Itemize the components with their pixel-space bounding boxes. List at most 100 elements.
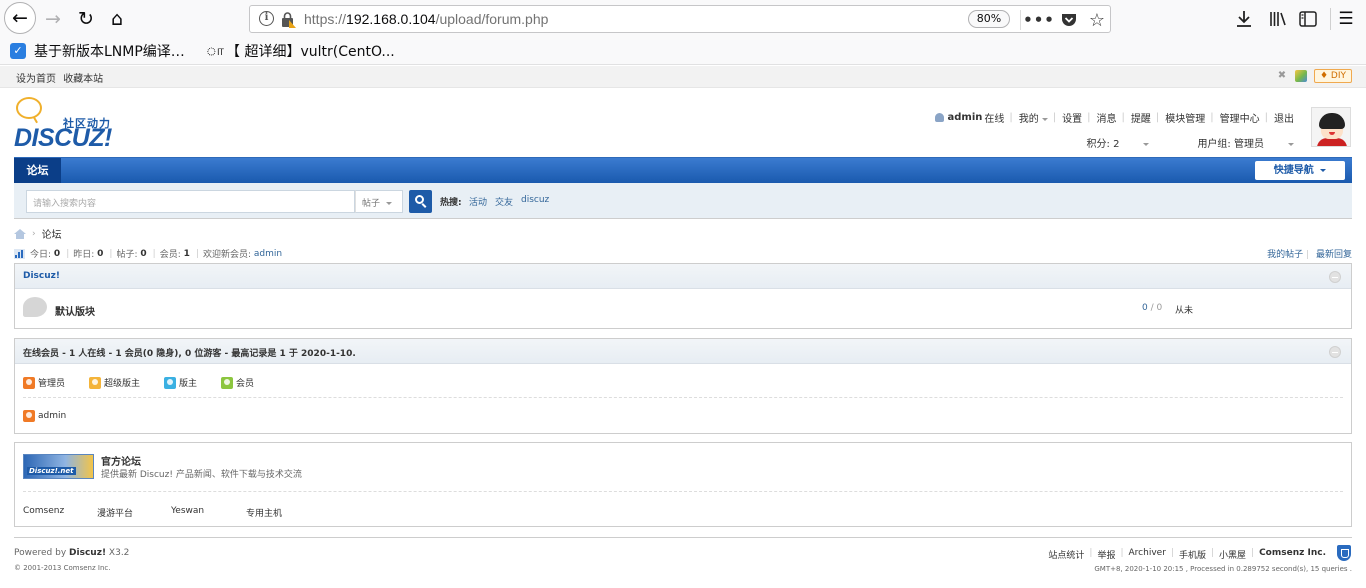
sidebar-icon[interactable] [1294, 5, 1322, 33]
separator: | [1089, 548, 1093, 558]
search-input[interactable]: 请输入搜索内容 [26, 190, 355, 213]
set-homepage-link[interactable]: 设为首页 [16, 74, 56, 85]
my-menu[interactable]: 我的 [1019, 110, 1048, 125]
url-bar[interactable]: i https://192.168.0.104/upload/forum.php… [249, 5, 1111, 33]
my-posts-link[interactable]: 我的帖子 [1267, 250, 1303, 260]
points-menu[interactable]: 积分: 2 [1063, 135, 1150, 150]
online-title[interactable]: 在线会员 - 1 人在线 - 1 会员(0 隐身), 0 位游客 - 最高记录是… [23, 346, 356, 359]
forward-arrow-icon[interactable]: → [38, 4, 68, 34]
divider [23, 397, 1343, 398]
user-info: 积分: 2 用户组: 管理员 [935, 135, 1294, 150]
usergroup-menu[interactable]: 用户组: 管理员 [1173, 135, 1294, 150]
report-link[interactable]: 举报 [1097, 548, 1115, 561]
thread-count: 0 [1142, 303, 1148, 313]
friend-link[interactable]: Comsenz [23, 506, 64, 516]
breadcrumb-current[interactable]: 论坛 [42, 226, 62, 241]
last-post: 从未 [1175, 306, 1194, 316]
discuz-net-banner[interactable]: Discuz!.net [23, 454, 94, 479]
home-icon[interactable] [14, 228, 26, 239]
post-count: 0 [1156, 303, 1163, 313]
yesterday-count: 0 [97, 248, 104, 259]
avatar-body [1317, 138, 1347, 146]
blacklist-link[interactable]: 小黑屋 [1219, 548, 1246, 561]
bookmark-item[interactable]: ா 【 超详细】vultr(CentO... [206, 41, 395, 61]
bookmark-item[interactable]: ✓ 基于新版本LNMP编译… [10, 41, 185, 61]
module-manage-link[interactable]: 模块管理 [1165, 110, 1205, 125]
settings-link[interactable]: 设置 [1062, 110, 1082, 125]
search-type-select[interactable]: 帖子 [355, 190, 403, 213]
hot-search-link[interactable]: discuz [521, 195, 549, 205]
quick-nav-button[interactable]: 快捷导航 [1255, 161, 1345, 180]
today-label: 今日: [30, 250, 52, 260]
browser-toolbar: ← → ↻ ⌂ i https://192.168.0.104/upload/f… [0, 0, 1366, 37]
footer-links: 站点统计 | 举报 | Archiver | 手机版 | 小黑屋 | Comse… [1043, 548, 1326, 561]
newest-member-link[interactable]: admin [254, 249, 282, 259]
shield-icon[interactable] [1337, 545, 1351, 561]
search-button[interactable] [409, 190, 432, 213]
latest-replies-link[interactable]: 最新回复 [1316, 250, 1352, 260]
script-icon: ா [206, 43, 224, 59]
legend-label: 版主 [179, 379, 198, 389]
chevron-down-icon [385, 202, 392, 205]
breadcrumb: › 论坛 [14, 226, 62, 241]
zoom-level-badge[interactable]: 80% [968, 10, 1010, 28]
category-title[interactable]: Discuz! [23, 271, 60, 281]
hot-search-link[interactable]: 活动 [469, 195, 487, 208]
downloads-icon[interactable] [1230, 5, 1258, 33]
separator: | [1121, 112, 1125, 123]
friend-link[interactable]: 漫游平台 [97, 506, 133, 519]
posts-count: 0 [140, 248, 147, 259]
archiver-link[interactable]: Archiver [1129, 548, 1166, 561]
search-icon-handle [421, 203, 427, 208]
nav-tab-forum[interactable]: 论坛 [14, 158, 61, 183]
online-username[interactable]: admin [38, 411, 66, 421]
library-icon[interactable] [1264, 5, 1292, 33]
separator: | [1009, 112, 1013, 123]
members-count: 1 [183, 248, 190, 259]
reminders-link[interactable]: 提醒 [1131, 110, 1151, 125]
bookmark-star-icon[interactable]: ☆ [1086, 9, 1108, 31]
admin-center-link[interactable]: 管理中心 [1220, 110, 1260, 125]
bookmark-label: 【 超详细】vultr(CentO... [226, 44, 395, 60]
collapse-icon[interactable] [1329, 346, 1341, 358]
info-icon[interactable]: i [259, 11, 274, 26]
separator: | [1052, 112, 1057, 123]
logo-bubble-tail [32, 113, 43, 124]
chevron-down-icon [1143, 142, 1150, 146]
site-logo[interactable]: 社区动力 DISCUZ! [14, 97, 122, 152]
insecure-lock-icon[interactable] [280, 11, 296, 28]
company-link[interactable]: Comsenz Inc. [1259, 548, 1326, 558]
add-favorite-link[interactable]: 收藏本站 [63, 74, 103, 85]
home-icon[interactable]: ⌂ [102, 4, 132, 34]
pocket-icon[interactable] [1058, 9, 1080, 31]
avatar[interactable] [1311, 107, 1351, 147]
messages-link[interactable]: 消息 [1097, 110, 1117, 125]
username-link[interactable]: admin [948, 112, 983, 123]
reload-icon[interactable]: ↻ [71, 4, 101, 34]
logout-link[interactable]: 退出 [1274, 110, 1294, 125]
more-actions-icon[interactable]: ••• [1023, 9, 1054, 31]
url-text[interactable]: https://192.168.0.104/upload/forum.php [304, 11, 548, 27]
switch-width-icon[interactable]: ✖ [1276, 70, 1288, 82]
footer-meta: GMT+8, 2020-1-10 20:15 , Processed in 0.… [1094, 565, 1352, 573]
legend-item: 会员 [221, 376, 254, 389]
friend-link[interactable]: 专用主机 [246, 506, 282, 519]
site-stats-link[interactable]: 站点统计 [1048, 548, 1084, 561]
collapse-icon[interactable] [1329, 271, 1341, 283]
admin-role-icon [23, 376, 35, 389]
style-switch-icon[interactable] [1294, 70, 1307, 82]
friend-link[interactable]: Yeswan [171, 506, 204, 516]
panel-header: Discuz! [15, 264, 1351, 289]
hamburger-menu-icon[interactable]: ☰ [1332, 5, 1360, 33]
forum-name-link[interactable]: 默认版块 [55, 303, 95, 318]
official-forum-link[interactable]: 官方论坛 [101, 453, 141, 468]
back-arrow-icon[interactable]: ← [4, 2, 36, 34]
mobile-link[interactable]: 手机版 [1179, 548, 1206, 561]
online-user[interactable]: admin [23, 410, 66, 422]
diy-button[interactable]: ♦ DIY [1313, 69, 1352, 83]
discuz-link[interactable]: Discuz! [69, 548, 106, 558]
separator: | [1087, 112, 1091, 123]
hot-search-link[interactable]: 交友 [495, 195, 513, 208]
user-icon [934, 113, 944, 122]
powered-prefix: Powered by [14, 548, 67, 558]
